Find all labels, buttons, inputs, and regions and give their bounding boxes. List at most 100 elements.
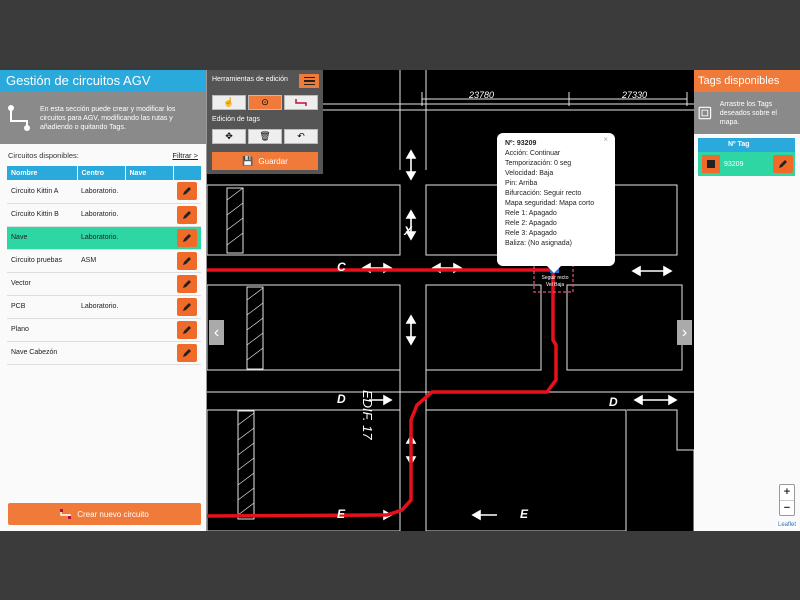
panel-title: Gestión de circuitos AGV [0, 70, 206, 92]
move-icon: ✥ [225, 131, 233, 141]
table-row[interactable]: Vector [7, 272, 201, 296]
table-cell: Circuito Kittin B [7, 203, 77, 227]
table-row[interactable]: Nave Laboratorio. [7, 226, 201, 250]
pencil-icon [183, 279, 191, 288]
table-cell [173, 318, 201, 342]
trash-icon: 🗑 [259, 131, 271, 141]
edit-circuit-button[interactable] [177, 320, 197, 339]
dimension-label: 23780 [469, 90, 495, 100]
table-cell: Laboratorio. [77, 180, 125, 204]
tags-panel-title: Tags disponibles [694, 70, 800, 92]
table-row[interactable]: Circuito pruebas ASM [7, 249, 201, 273]
hand-icon: ☝ [223, 97, 235, 107]
tag-row[interactable]: 93209 [698, 152, 795, 176]
undo-icon: ↶ [297, 131, 305, 141]
edit-circuit-button[interactable] [177, 274, 197, 293]
filter-link[interactable]: Filtrar > [172, 151, 198, 160]
create-circuit-button[interactable]: Crear nuevo circuito [8, 503, 201, 525]
edit-circuit-button[interactable] [177, 205, 197, 224]
street-label: D [609, 395, 618, 409]
table-cell [173, 249, 201, 273]
tools-panel: Herramientas de edición ☝ ⊙ Edición de t… [207, 70, 323, 174]
popup-line: Rele 3: Apagado [505, 230, 557, 237]
edit-circuit-button[interactable] [177, 228, 197, 247]
column-header[interactable]: Nave [125, 166, 174, 180]
popup-line: Rele 2: Apagado [505, 220, 557, 227]
circuits-label: Circuitos disponibles: [8, 150, 79, 160]
street-label: C [337, 260, 346, 274]
attribution-link[interactable]: Leaflet [776, 522, 799, 528]
marker-line: Seguir recto [541, 275, 569, 281]
save-label: Guardar [258, 156, 288, 166]
edit-circuit-button[interactable] [177, 297, 197, 316]
table-row[interactable]: Circuito Kittin B Laboratorio. [7, 203, 201, 227]
table-row[interactable]: PCB Laboratorio. [7, 295, 201, 319]
circuits-table: Nombre Centro Nave Circuito Kittin A Labo… [7, 166, 201, 365]
popup-content: Nº: 93209 Acción: Continuar Temporización:… [505, 139, 607, 249]
tags-table-header: Nº Tag [698, 138, 795, 152]
pencil-icon [183, 325, 191, 334]
column-header[interactable]: Nº Tag [724, 138, 749, 152]
tag-tool-button[interactable]: ⊙ [248, 95, 282, 110]
pan-left-button[interactable]: ‹ [209, 320, 224, 345]
table-cell [77, 341, 125, 365]
close-icon[interactable]: × [603, 135, 608, 145]
column-header[interactable]: Centro [77, 166, 126, 180]
save-icon: 💾 [242, 155, 254, 166]
save-button[interactable]: 💾 Guardar [212, 152, 318, 170]
menu-line [303, 80, 315, 82]
circuits-subheader: Circuitos disponibles: Filtrar > [0, 144, 206, 166]
street-label: E [520, 507, 529, 521]
pencil-icon [183, 256, 191, 265]
zoom-out-button[interactable]: − [780, 500, 794, 515]
tag-icon: ⊙ [261, 97, 269, 107]
edit-tag-button[interactable] [773, 155, 793, 173]
delete-tag-button[interactable]: 🗑 [248, 129, 282, 144]
agv-route[interactable] [207, 268, 558, 518]
tools-title: Herramientas de edición [212, 76, 288, 83]
route-tool-button[interactable] [284, 95, 318, 110]
table-row[interactable]: Circuito Kittin A Laboratorio. [7, 180, 201, 204]
street-label: D [337, 392, 346, 406]
table-cell: Circuito Kittin A [7, 180, 77, 204]
edit-circuit-button[interactable] [177, 182, 197, 201]
table-cell: Laboratorio. [77, 203, 125, 227]
edit-circuit-button[interactable] [177, 343, 197, 362]
column-header [173, 166, 201, 180]
zoom-in-button[interactable]: + [780, 485, 794, 500]
table-cell [125, 203, 173, 227]
table-cell [173, 295, 201, 319]
tag-icon [707, 160, 715, 168]
edit-circuit-button[interactable] [177, 251, 197, 270]
tags-table-body: 93209 [698, 152, 795, 176]
menu-button[interactable] [299, 74, 319, 88]
panel-intro: En esta sección puede crear y modificar … [0, 92, 206, 144]
move-tag-button[interactable]: ✥ [212, 129, 246, 144]
menu-line [303, 76, 315, 79]
table-cell: Laboratorio. [77, 295, 125, 319]
create-circuit-label: Crear nuevo circuito [77, 509, 149, 519]
popup-line: Mapa seguridad: Mapa corto [505, 200, 595, 207]
table-cell [125, 341, 173, 365]
building-label: EDIF. 17 [360, 390, 375, 440]
popup-line: Acción: Continuar [505, 150, 561, 157]
column-header[interactable]: Nombre [7, 166, 78, 180]
pan-right-button[interactable]: › [677, 320, 692, 345]
undo-button[interactable]: ↶ [284, 129, 318, 144]
table-cell [173, 341, 201, 365]
table-row[interactable]: Nave Cabezón [7, 341, 201, 365]
pan-tool-button[interactable]: ☝ [212, 95, 246, 110]
menu-line [303, 83, 315, 86]
table-cell: Plano [7, 318, 77, 342]
table-cell [125, 318, 173, 342]
tag-drag-handle[interactable] [702, 155, 720, 173]
app-window: 23780 27330 X C D D E E EDIF. 17 Seguir … [0, 70, 800, 531]
circuit-icon [8, 105, 30, 131]
street-label: X [404, 224, 413, 238]
table-row[interactable]: Plano [7, 318, 201, 342]
table-cell [77, 318, 125, 342]
tags-edit-label: Edición de tags [212, 116, 260, 123]
pencil-icon [183, 348, 191, 357]
popup-line: Pin: Arriba [505, 180, 538, 187]
popup-line: Baliza: (No asignada) [505, 240, 572, 247]
